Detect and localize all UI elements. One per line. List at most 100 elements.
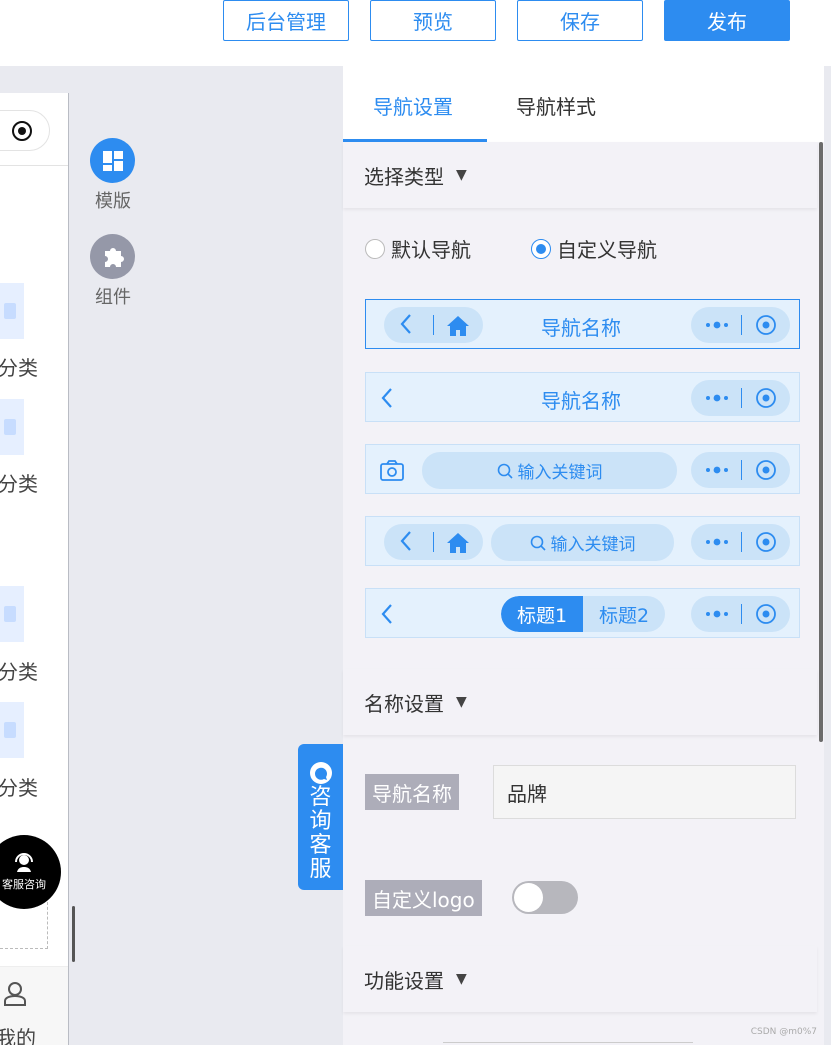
chevron-left-icon bbox=[381, 388, 392, 408]
chat-icon bbox=[309, 762, 332, 784]
section-function-settings[interactable]: 功能设置 ▼ bbox=[343, 946, 817, 1012]
more-dots-icon bbox=[706, 394, 728, 402]
tool-template-label: 模版 bbox=[95, 191, 131, 212]
dashed-border bbox=[0, 948, 48, 949]
target-icon bbox=[756, 604, 776, 624]
section-select-type[interactable]: 选择类型 ▼ bbox=[343, 142, 817, 208]
admin-button[interactable]: 后台管理 bbox=[223, 0, 349, 41]
custom-logo-label: 自定义logo bbox=[365, 880, 482, 916]
divider bbox=[741, 604, 742, 624]
toggle-knob bbox=[514, 883, 543, 912]
chevron-left-icon bbox=[381, 604, 392, 624]
divider bbox=[741, 388, 742, 408]
user-icon[interactable] bbox=[2, 981, 28, 1007]
target-icon bbox=[756, 388, 776, 408]
nav-title: 导航名称 bbox=[541, 389, 621, 413]
nav-title: 导航名称 bbox=[541, 316, 621, 340]
watermark: CSDN @m0%7 bbox=[750, 1027, 817, 1037]
target-icon bbox=[756, 315, 776, 335]
tool-template[interactable]: 模版 bbox=[90, 138, 136, 213]
section-title: 功能设置 bbox=[364, 968, 444, 993]
camera-icon bbox=[380, 460, 404, 481]
caret-down-icon: ▼ bbox=[456, 971, 467, 987]
section-name-settings[interactable]: 名称设置 ▼ bbox=[343, 669, 817, 735]
consult-char: 询 bbox=[309, 809, 332, 834]
template-icon bbox=[90, 138, 135, 183]
tool-component[interactable]: 组件 bbox=[90, 234, 136, 309]
headset-icon bbox=[15, 853, 33, 872]
title-segmented-control[interactable]: 标题1 标题2 bbox=[501, 596, 665, 632]
consult-char: 服 bbox=[309, 857, 332, 882]
chevron-left-icon bbox=[400, 314, 411, 334]
divider bbox=[433, 315, 434, 335]
search-placeholder: 输入关键词 bbox=[550, 535, 636, 555]
more-dots-icon bbox=[706, 321, 728, 329]
publish-button[interactable]: 发布 bbox=[664, 0, 790, 41]
nav-name-input[interactable]: 品牌 bbox=[493, 765, 796, 819]
search-icon bbox=[530, 535, 546, 551]
puzzle-icon bbox=[90, 234, 135, 279]
more-dots-icon bbox=[706, 466, 728, 474]
category-label: 分类 bbox=[0, 472, 38, 496]
custom-logo-toggle[interactable] bbox=[512, 881, 578, 914]
tab-mine-label[interactable]: 我的 bbox=[0, 1022, 36, 1045]
divider bbox=[741, 460, 742, 480]
radio-circle-checked[interactable] bbox=[531, 238, 551, 259]
radio-circle[interactable] bbox=[365, 238, 385, 259]
category-thumbnail[interactable] bbox=[0, 399, 24, 455]
settings-panel: 导航设置 导航样式 选择类型 ▼ 默认导航 自定义导航 导航名称 导航名称 输入… bbox=[343, 66, 824, 1045]
target-icon bbox=[756, 532, 776, 552]
consult-service-tab[interactable]: 咨 询 客 服 bbox=[298, 744, 343, 890]
category-label: 分类 bbox=[0, 660, 38, 684]
capsule-button[interactable] bbox=[0, 110, 50, 151]
search-placeholder: 输入关键词 bbox=[517, 463, 603, 483]
divider bbox=[741, 532, 742, 552]
radio-label: 自定义导航 bbox=[557, 238, 657, 262]
consult-char: 咨 bbox=[309, 785, 332, 810]
radio-label: 默认导航 bbox=[391, 238, 471, 262]
tool-component-label: 组件 bbox=[95, 287, 131, 308]
divider bbox=[433, 532, 434, 552]
customer-service-label: 客服咨询 bbox=[2, 878, 46, 891]
target-icon bbox=[12, 121, 32, 141]
radio-default-nav[interactable]: 默认导航 bbox=[365, 234, 471, 263]
nav-style-option-5[interactable]: 标题1 标题2 bbox=[365, 588, 800, 638]
target-icon bbox=[756, 460, 776, 480]
category-label: 分类 bbox=[0, 776, 38, 800]
chevron-left-icon bbox=[400, 531, 411, 551]
caret-down-icon: ▼ bbox=[456, 167, 467, 183]
section-title: 名称设置 bbox=[364, 691, 444, 716]
category-thumbnail[interactable] bbox=[0, 283, 24, 339]
search-box[interactable]: 输入关键词 bbox=[422, 452, 677, 489]
nav-style-option-2[interactable]: 导航名称 bbox=[365, 372, 800, 422]
more-dots-icon bbox=[706, 538, 728, 546]
tab-bar: 导航设置 导航样式 bbox=[343, 66, 824, 142]
nav-style-option-4[interactable]: 输入关键词 bbox=[365, 516, 800, 566]
panel-scrollbar[interactable] bbox=[819, 142, 823, 742]
tab-nav-style[interactable]: 导航样式 bbox=[516, 91, 596, 120]
search-box[interactable]: 输入关键词 bbox=[491, 524, 674, 561]
search-icon bbox=[497, 463, 513, 479]
caret-down-icon: ▼ bbox=[456, 694, 467, 710]
segment-title1[interactable]: 标题1 bbox=[501, 596, 583, 632]
divider bbox=[741, 315, 742, 335]
category-thumbnail[interactable] bbox=[0, 702, 24, 758]
preview-button[interactable]: 预览 bbox=[370, 0, 496, 41]
nav-name-label: 导航名称 bbox=[365, 774, 459, 810]
home-icon bbox=[447, 316, 469, 336]
save-button[interactable]: 保存 bbox=[517, 0, 643, 41]
tab-nav-settings[interactable]: 导航设置 bbox=[373, 91, 453, 120]
nav-style-option-3[interactable]: 输入关键词 bbox=[365, 444, 800, 494]
divider bbox=[0, 165, 68, 166]
radio-custom-nav[interactable]: 自定义导航 bbox=[531, 234, 657, 263]
category-label: 分类 bbox=[0, 356, 38, 380]
top-toolbar: 后台管理 预览 保存 发布 bbox=[0, 0, 831, 66]
segment-title2[interactable]: 标题2 bbox=[583, 596, 665, 632]
section-title: 选择类型 bbox=[364, 164, 444, 189]
consult-char: 客 bbox=[309, 833, 332, 858]
category-thumbnail[interactable] bbox=[0, 586, 24, 642]
more-dots-icon bbox=[706, 610, 728, 618]
home-icon bbox=[447, 533, 469, 553]
nav-style-option-1[interactable]: 导航名称 bbox=[365, 299, 800, 349]
preview-scrollbar[interactable] bbox=[72, 906, 75, 962]
